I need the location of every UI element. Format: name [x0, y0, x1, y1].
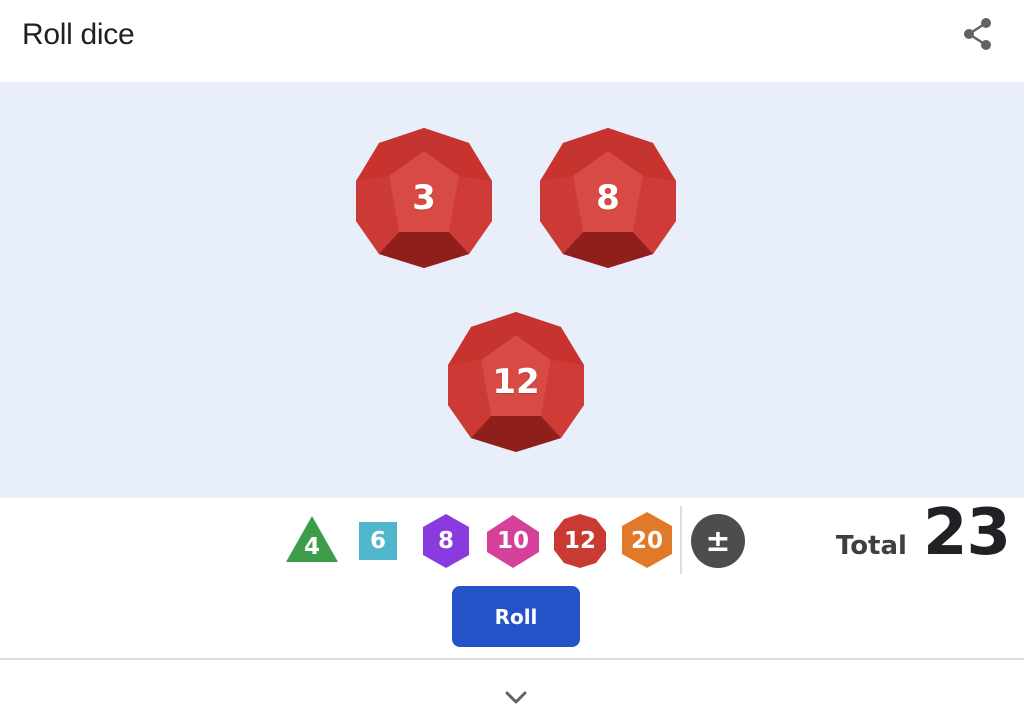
d4-button[interactable]: 4 — [282, 506, 342, 576]
d12-label: 12 — [563, 528, 596, 554]
dice-type-selector: 4 6 8 10 12 20 ± — [0, 506, 1024, 576]
die-value: 12 — [492, 362, 540, 402]
plus-minus-icon: ± — [705, 523, 731, 559]
d10-label: 10 — [496, 528, 529, 554]
d8-label: 8 — [437, 528, 454, 554]
chevron-down-icon[interactable] — [496, 678, 536, 718]
d4-label: 4 — [303, 534, 320, 560]
die-2: 8 — [538, 126, 678, 270]
dice-tray: 3 8 12 Total 23 — [0, 82, 1024, 570]
die-value: 3 — [412, 178, 436, 218]
page-title: Roll dice — [22, 18, 135, 51]
die-1: 3 — [354, 126, 494, 270]
die-value: 8 — [596, 178, 620, 218]
die-3: 12 — [446, 310, 586, 454]
roll-button[interactable]: Roll — [452, 586, 580, 647]
share-icon[interactable] — [958, 14, 998, 54]
d6-button[interactable]: 6 — [348, 506, 408, 576]
d20-label: 20 — [630, 528, 663, 554]
d12-button[interactable]: 12 — [550, 506, 610, 576]
d6-label: 6 — [369, 528, 386, 554]
selector-divider — [680, 506, 682, 574]
footer-divider — [0, 658, 1024, 660]
modifier-button[interactable]: ± — [688, 506, 748, 576]
header: Roll dice — [0, 0, 1024, 82]
d10-button[interactable]: 10 — [483, 506, 543, 576]
d8-button[interactable]: 8 — [416, 506, 476, 576]
d20-button[interactable]: 20 — [617, 506, 677, 576]
